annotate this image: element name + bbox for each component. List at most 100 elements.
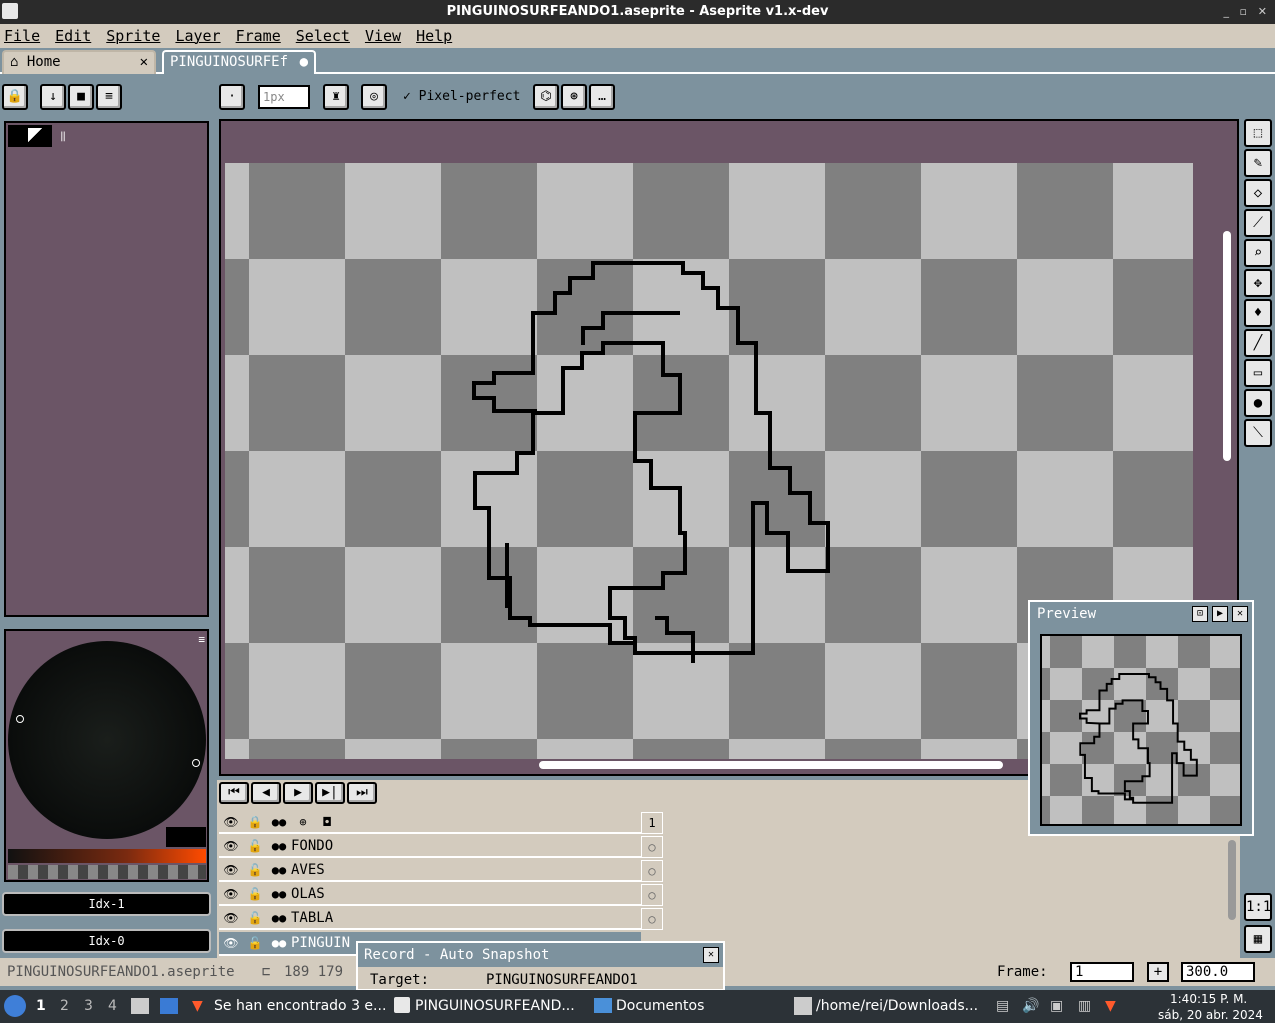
prev-frame-icon[interactable]: ◀ bbox=[251, 782, 281, 804]
blur-icon[interactable]: ⟍ bbox=[1244, 419, 1272, 447]
stop-icon[interactable]: ■ bbox=[68, 84, 94, 110]
move-down-icon[interactable]: ↓ bbox=[40, 84, 66, 110]
menu-file[interactable]: File bbox=[4, 27, 40, 45]
visibility-header-icon[interactable]: 👁 bbox=[219, 815, 243, 829]
last-frame-icon[interactable]: ⏭ bbox=[347, 782, 377, 804]
move-icon[interactable]: ✥ bbox=[1244, 269, 1272, 297]
cel[interactable]: ○ bbox=[641, 908, 663, 930]
more-options-icon[interactable]: … bbox=[589, 84, 615, 110]
first-frame-icon[interactable]: ⏮ bbox=[219, 782, 249, 804]
continuous-icon[interactable]: ●● bbox=[267, 887, 291, 901]
vertical-scrollbar[interactable] bbox=[1223, 231, 1231, 461]
paint-bucket-icon[interactable]: ♦ bbox=[1244, 299, 1272, 327]
tab-file[interactable]: PINGUINOSURFEf ● bbox=[162, 50, 316, 74]
menu-sprite[interactable]: Sprite bbox=[106, 27, 160, 45]
color-wheel[interactable] bbox=[8, 641, 206, 839]
menu-edit[interactable]: Edit bbox=[55, 27, 91, 45]
cel[interactable]: ○ bbox=[641, 884, 663, 906]
timeline-toggle-icon[interactable]: 1:1 bbox=[1244, 893, 1272, 921]
palette-options-icon[interactable]: ‖ bbox=[60, 131, 66, 142]
notes-icon[interactable]: ▣ bbox=[1050, 996, 1063, 1016]
close-preview-icon[interactable]: ✕ bbox=[1232, 606, 1248, 622]
horizontal-scrollbar[interactable] bbox=[539, 761, 1003, 769]
pattern-icon[interactable]: ◎ bbox=[361, 84, 387, 110]
onion-header-icon[interactable]: ●● bbox=[267, 815, 291, 829]
clipboard-icon[interactable]: ▤ bbox=[996, 996, 1009, 1016]
close-tab-icon[interactable]: ✕ bbox=[140, 52, 148, 72]
workspace-2[interactable]: 2 bbox=[60, 996, 69, 1016]
continuous-icon[interactable]: ●● bbox=[267, 839, 291, 853]
bg-color-index[interactable]: Idx-0 bbox=[2, 929, 211, 953]
cel[interactable]: ○ bbox=[641, 860, 663, 882]
workspace-3[interactable]: 3 bbox=[84, 996, 93, 1016]
cel[interactable]: ○ bbox=[641, 836, 663, 858]
layer-row[interactable]: 👁 🔓 ●● FONDO bbox=[219, 836, 641, 858]
play-icon[interactable]: ▶ bbox=[283, 782, 313, 804]
hue-slider[interactable] bbox=[8, 849, 206, 863]
unsaved-dot-icon[interactable]: ● bbox=[300, 52, 308, 72]
layer-row[interactable]: 👁 🔓 ●● AVES bbox=[219, 860, 641, 882]
network-icon[interactable]: ▥ bbox=[1078, 996, 1091, 1016]
eye-icon[interactable]: 👁 bbox=[219, 911, 243, 925]
eye-icon[interactable]: 👁 bbox=[219, 839, 243, 853]
menu-help[interactable]: Help bbox=[416, 27, 452, 45]
dynamics-icon[interactable]: ⊛ bbox=[561, 84, 587, 110]
play-preview-icon[interactable]: ▶ bbox=[1212, 606, 1228, 622]
next-frame-icon[interactable]: ▶| bbox=[315, 782, 345, 804]
wheel-handle-right[interactable] bbox=[192, 759, 200, 767]
menu-select[interactable]: Select bbox=[296, 27, 350, 45]
continuous-icon[interactable]: ●● bbox=[267, 936, 291, 950]
frame-header[interactable]: 1 bbox=[641, 812, 663, 834]
eraser-icon[interactable]: ◇ bbox=[1244, 179, 1272, 207]
menu-lines-icon[interactable]: ≡ bbox=[96, 84, 122, 110]
lock-icon[interactable]: 🔓 bbox=[243, 863, 267, 877]
lock-icon[interactable]: 🔓 bbox=[243, 936, 267, 950]
volume-icon[interactable]: 🔊 bbox=[1022, 996, 1039, 1016]
menu-frame[interactable]: Frame bbox=[236, 27, 281, 45]
brave-tray-icon[interactable]: ▼ bbox=[1105, 996, 1116, 1016]
fg-color-index[interactable]: Idx-1 bbox=[2, 892, 211, 916]
zoom-input[interactable]: 300.0 bbox=[1181, 962, 1255, 982]
fg-bg-swatch[interactable] bbox=[8, 125, 52, 147]
layer-row[interactable]: 👁 🔓 ●● OLAS bbox=[219, 884, 641, 906]
wheel-handle-left[interactable] bbox=[16, 715, 24, 723]
lock-header-icon[interactable]: 🔒 bbox=[243, 815, 267, 829]
workspace-1[interactable]: 1 bbox=[36, 996, 46, 1016]
brave-icon[interactable]: ▼ bbox=[192, 996, 203, 1016]
brush-type-button[interactable]: · bbox=[219, 84, 245, 110]
eyedropper-icon[interactable]: ⟋ bbox=[1244, 209, 1272, 237]
alpha-slider[interactable] bbox=[8, 865, 206, 879]
close-record-icon[interactable]: ✕ bbox=[703, 947, 719, 963]
brush-size-field[interactable]: 1px bbox=[258, 85, 310, 109]
contour-icon[interactable]: ● bbox=[1244, 389, 1272, 417]
start-menu-icon[interactable] bbox=[4, 995, 26, 1017]
zoom-icon[interactable]: ⌕ bbox=[1244, 239, 1272, 267]
link-header-icon[interactable]: ⊕ bbox=[291, 815, 315, 829]
record-dialog[interactable]: Record - Auto Snapshot ✕ Target: PINGUIN… bbox=[356, 941, 725, 991]
layer-row[interactable]: 👁 🔓 ●● TABLA bbox=[219, 908, 641, 930]
taskbar-item-aseprite[interactable]: PINGUINOSURFEAND... bbox=[415, 996, 575, 1016]
center-icon[interactable]: ⊡ bbox=[1192, 606, 1208, 622]
new-layer-header-icon[interactable]: ◘ bbox=[315, 815, 339, 829]
filmstrip-icon[interactable]: ▦ bbox=[1244, 925, 1272, 953]
close-window-icon[interactable]: ✕ bbox=[1258, 0, 1267, 24]
marquee-icon[interactable]: ⬚ bbox=[1244, 119, 1272, 147]
timeline-scrollbar[interactable] bbox=[1228, 840, 1236, 920]
tab-home[interactable]: ⌂ Home ✕ bbox=[2, 50, 156, 74]
preview-window[interactable]: Preview ⊡ ▶ ✕ bbox=[1028, 600, 1254, 836]
desktop-icon[interactable] bbox=[160, 998, 178, 1014]
eye-icon[interactable]: 👁 bbox=[219, 887, 243, 901]
continuous-icon[interactable]: ●● bbox=[267, 863, 291, 877]
line-icon[interactable]: ╱ bbox=[1244, 329, 1272, 357]
pixel-perfect-toggle[interactable]: ✓ Pixel-perfect bbox=[403, 89, 520, 104]
add-frame-icon[interactable]: + bbox=[1147, 962, 1169, 982]
frame-input[interactable]: 1 bbox=[1070, 962, 1134, 982]
taskbar-item-downloads[interactable]: /home/rei/Downloads... bbox=[816, 996, 978, 1016]
workspace-4[interactable]: 4 bbox=[108, 996, 117, 1016]
symmetry-icon[interactable]: ⌬ bbox=[533, 84, 559, 110]
files-launcher-icon[interactable] bbox=[131, 998, 149, 1014]
ink-icon[interactable]: ♜ bbox=[323, 84, 349, 110]
continuous-icon[interactable]: ●● bbox=[267, 911, 291, 925]
rectangle-icon[interactable]: ▭ bbox=[1244, 359, 1272, 387]
eye-icon[interactable]: 👁 bbox=[219, 863, 243, 877]
